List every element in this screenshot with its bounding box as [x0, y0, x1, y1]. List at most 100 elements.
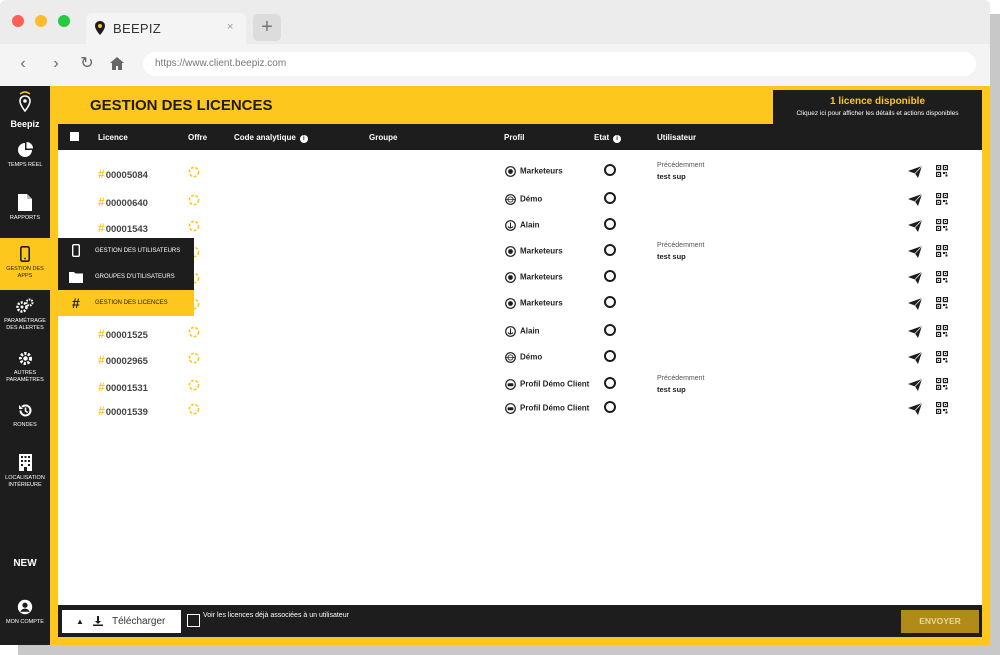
sidebar-item-rapports[interactable]: RAPPORTS	[0, 194, 50, 234]
submenu-item-gestion-licences[interactable]: # GESTION DES LICENCES	[58, 290, 194, 316]
column-code-analytique[interactable]: Code analytique i	[234, 133, 308, 143]
profil-cell[interactable]: Profil Démo Client	[505, 403, 589, 414]
profil-cell[interactable]: Marketeurs	[505, 166, 563, 177]
url-bar[interactable]: https://www.client.beepiz.com	[143, 52, 976, 76]
close-window-button[interactable]	[12, 15, 24, 27]
send-icon[interactable]	[908, 245, 923, 263]
profil-cell[interactable]: Marketeurs	[505, 272, 563, 283]
qr-code-icon[interactable]	[936, 324, 949, 342]
licence-number[interactable]: #00002965	[98, 353, 148, 367]
new-tab-button[interactable]: +	[253, 14, 281, 41]
profil-cell[interactable]: Démo	[505, 352, 542, 363]
qr-code-icon[interactable]	[936, 244, 949, 262]
table-row[interactable]: #00001525 Alain	[58, 322, 982, 348]
profil-cell[interactable]: Marketeurs	[505, 298, 563, 309]
license-available-box[interactable]: 1 licence disponible Cliquez ici pour af…	[773, 90, 982, 124]
column-etat[interactable]: Etat i	[594, 133, 622, 143]
info-icon[interactable]: i	[299, 135, 308, 143]
qr-code-icon[interactable]	[936, 350, 949, 368]
sidebar-new-label[interactable]: NEW	[0, 558, 50, 569]
table-row[interactable]: #00002965 Démo	[58, 348, 982, 374]
table-row[interactable]: #00001539 Profil Démo Client	[58, 399, 982, 425]
etat-status-circle[interactable]	[604, 377, 616, 389]
minimize-window-button[interactable]	[35, 15, 47, 27]
table-row[interactable]: #00000640 Démo	[58, 190, 982, 216]
table-row[interactable]: #00001531 Profil Démo Client Précédemment t…	[58, 375, 982, 401]
profil-cell[interactable]: Profil Démo Client	[505, 379, 589, 390]
forward-icon[interactable]: ›	[46, 54, 66, 74]
column-licence[interactable]: Licence	[98, 133, 128, 142]
browser-tab[interactable]: BEEPIZ ×	[86, 13, 246, 44]
send-icon[interactable]	[908, 402, 923, 420]
submenu-item-groupes-utilisateurs[interactable]: GROUPES D'UTILISATEURS	[58, 264, 194, 290]
send-icon[interactable]	[908, 351, 923, 369]
licence-number[interactable]: #00000640	[98, 195, 148, 209]
send-icon[interactable]	[908, 219, 923, 237]
info-icon[interactable]: i	[613, 135, 622, 143]
qr-code-icon[interactable]	[936, 192, 949, 210]
licence-number[interactable]: #00001525	[98, 327, 148, 341]
send-icon[interactable]	[908, 271, 923, 289]
profil-cell[interactable]: Alain	[505, 326, 540, 337]
licence-number[interactable]: #00001531	[98, 380, 148, 394]
user-account-icon	[17, 599, 33, 615]
download-button[interactable]: ▲ Télécharger	[62, 610, 181, 633]
send-icon[interactable]	[908, 297, 923, 315]
profil-cell[interactable]: Marketeurs	[505, 246, 563, 257]
show-associated-checkbox[interactable]	[187, 614, 200, 627]
licence-number[interactable]: #00001539	[98, 404, 148, 418]
target-icon	[505, 272, 520, 283]
sidebar-item-localisation[interactable]: LOCALISATION INTÉRIEURE	[0, 454, 50, 498]
select-all-checkbox[interactable]	[70, 132, 79, 141]
page-header: GESTION DES LICENCES 1 licence disponibl…	[58, 86, 982, 124]
etat-status-circle[interactable]	[604, 296, 616, 308]
licence-number[interactable]: #00005084	[98, 167, 148, 181]
qr-code-icon[interactable]	[936, 270, 949, 288]
table-row[interactable]: Marketeurs	[58, 294, 982, 320]
etat-status-circle[interactable]	[604, 192, 616, 204]
beepiz-logo[interactable]: Beepiz	[0, 86, 50, 136]
qr-code-icon[interactable]	[936, 296, 949, 314]
send-icon[interactable]	[908, 165, 923, 183]
home-icon[interactable]	[107, 54, 127, 74]
column-profil[interactable]: Profil	[504, 133, 524, 142]
etat-status-circle[interactable]	[604, 401, 616, 413]
table-row[interactable]: Marketeurs Précédemment test sup	[58, 242, 982, 268]
table-row[interactable]: #00005084 Marketeurs Précédemment test sup	[58, 162, 982, 188]
sidebar-item-temps-reel[interactable]: TEMPS RÉEL	[0, 142, 50, 182]
send-icon[interactable]	[908, 378, 923, 396]
qr-code-icon[interactable]	[936, 218, 949, 236]
etat-status-circle[interactable]	[604, 270, 616, 282]
reload-icon[interactable]: ↻	[77, 54, 97, 74]
column-utilisateur[interactable]: Utilisateur	[657, 133, 696, 142]
column-groupe[interactable]: Groupe	[369, 133, 397, 142]
etat-status-circle[interactable]	[604, 324, 616, 336]
submenu-item-gestion-utilisateurs[interactable]: GESTION DES UTILISATEURS	[58, 238, 194, 264]
sidebar-item-autres-parametres[interactable]: AUTRES PARAMÈTRES	[0, 351, 50, 395]
back-icon[interactable]: ‹	[13, 54, 33, 74]
licence-number[interactable]: #00001543	[98, 221, 148, 235]
tab-close-icon[interactable]: ×	[227, 21, 233, 33]
qr-code-icon[interactable]	[936, 401, 949, 419]
column-offre[interactable]: Offre	[188, 133, 207, 142]
profil-cell[interactable]: Alain	[505, 220, 540, 231]
sidebar-item-rondes[interactable]: RONDES	[0, 403, 50, 439]
table-row[interactable]: Marketeurs	[58, 268, 982, 294]
table-row[interactable]: #00001543 Alain	[58, 216, 982, 242]
etat-status-circle[interactable]	[604, 244, 616, 256]
qr-code-icon[interactable]	[936, 377, 949, 395]
sidebar-item-gestion-des-apps[interactable]: GESTION DES APPS	[0, 238, 50, 290]
etat-status-circle[interactable]	[604, 164, 616, 176]
qr-code-icon[interactable]	[936, 164, 949, 182]
etat-status-circle[interactable]	[604, 218, 616, 230]
send-icon[interactable]	[908, 193, 923, 211]
profil-name: Profil Démo Client	[520, 403, 590, 413]
sidebar-item-mon-compte[interactable]: MON COMPTE	[0, 599, 50, 639]
maximize-window-button[interactable]	[58, 15, 70, 27]
profil-cell[interactable]: Démo	[505, 194, 542, 205]
sidebar-item-parametrage-alertes[interactable]: PARAMÉTRAGE DES ALERTES	[0, 298, 50, 342]
send-icon[interactable]	[908, 325, 923, 343]
etat-status-circle[interactable]	[604, 350, 616, 362]
send-button[interactable]: ENVOYER	[901, 610, 979, 633]
offre-spinner-icon	[188, 351, 200, 369]
